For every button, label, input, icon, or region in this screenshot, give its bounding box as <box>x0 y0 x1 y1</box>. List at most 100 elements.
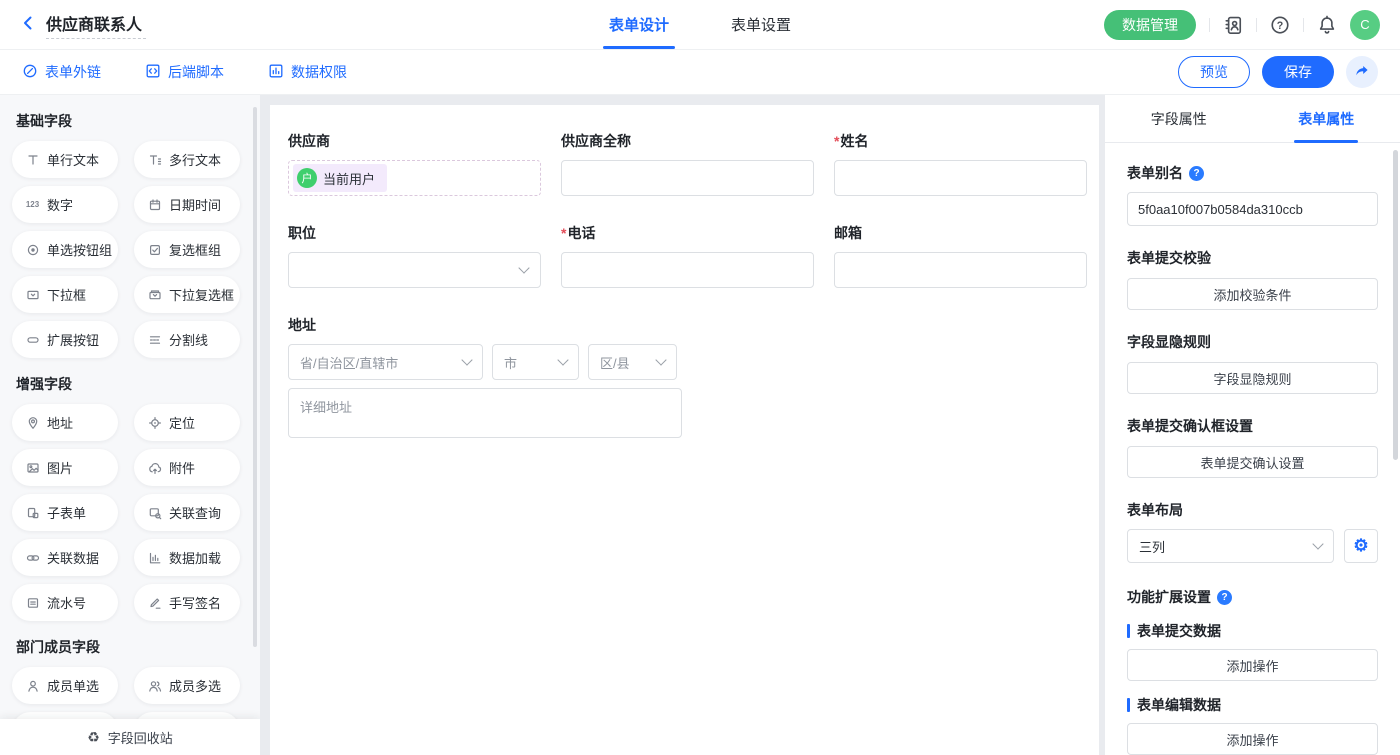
form-toolbar: 表单外链 后端脚本 数据权限 预览 保存 <box>0 50 1400 95</box>
field-phone[interactable]: * 电话 <box>561 223 814 288</box>
city-select[interactable]: 市 <box>492 344 579 380</box>
phone-input[interactable] <box>561 252 814 288</box>
field-item-datetime[interactable]: 日期时间 <box>134 186 240 223</box>
add-validation-button[interactable]: 添加校验条件 <box>1127 278 1378 310</box>
field-item-linked-query[interactable]: 关联查询 <box>134 494 240 531</box>
back-button[interactable]: 供应商联系人 <box>20 11 146 39</box>
single-line-text-icon <box>25 152 40 167</box>
form-validation-title: 表单提交校验 <box>1127 248 1378 268</box>
bell-icon[interactable] <box>1317 15 1337 35</box>
form-external-link[interactable]: 表单外链 <box>22 62 101 82</box>
field-item-extend-button[interactable]: 扩展按钮 <box>12 321 118 358</box>
data-manage-button[interactable]: 数据管理 <box>1104 10 1196 40</box>
field-item-address[interactable]: 地址 <box>12 404 118 441</box>
share-arrow-icon <box>1354 63 1370 82</box>
field-visibility-title: 字段显隐规则 <box>1127 332 1378 352</box>
province-select[interactable]: 省/自治区/直辖市 <box>288 344 483 380</box>
field-item-signature[interactable]: 手写签名 <box>134 584 240 621</box>
field-item-linked-data[interactable]: 关联数据 <box>12 539 118 576</box>
field-item-subform[interactable]: 子表单 <box>12 494 118 531</box>
field-visibility-button[interactable]: 字段显隐规则 <box>1127 362 1378 394</box>
number-icon: 123 <box>25 197 40 212</box>
field-item-multi-dropdown[interactable]: 下拉复选框 <box>134 276 240 313</box>
form-external-link-label: 表单外链 <box>45 62 101 82</box>
checkbox-icon <box>147 242 162 257</box>
map-pin-icon <box>25 415 40 430</box>
field-name[interactable]: * 姓名 <box>834 131 1087 196</box>
form-alias-input[interactable]: 5f0aa10f007b0584da310ccb <box>1127 192 1378 226</box>
field-item-data-load[interactable]: 数据加载 <box>134 539 240 576</box>
phone-label: 电话 <box>567 223 595 243</box>
field-supplier[interactable]: 供应商 户 当前用户 <box>288 131 541 196</box>
tab-form-properties[interactable]: 表单属性 <box>1253 95 1400 142</box>
preview-button[interactable]: 预览 <box>1178 56 1250 88</box>
sidebar-scrollbar[interactable] <box>253 107 257 647</box>
province-placeholder: 省/自治区/直辖市 <box>300 353 398 372</box>
people-icon <box>147 678 162 693</box>
district-placeholder: 区/县 <box>600 353 630 372</box>
field-item-location[interactable]: 定位 <box>134 404 240 441</box>
field-item-divider-line[interactable]: 分割线 <box>134 321 240 358</box>
name-input[interactable] <box>834 160 1087 196</box>
divider-lines-icon <box>147 332 162 347</box>
field-item-checkbox-group[interactable]: 复选框组 <box>134 231 240 268</box>
user-avatar[interactable]: C <box>1350 10 1380 40</box>
page-title[interactable]: 供应商联系人 <box>46 11 146 39</box>
panel-scrollbar[interactable] <box>1393 150 1398 460</box>
field-position[interactable]: 职位 <box>288 223 541 288</box>
section-title-basic-fields: 基础字段 <box>16 111 260 131</box>
field-item-number[interactable]: 123 数字 <box>12 186 118 223</box>
user-tag-icon: 户 <box>297 168 317 188</box>
submit-confirm-title: 表单提交确认框设置 <box>1127 416 1378 436</box>
email-input[interactable] <box>834 252 1087 288</box>
field-item-radio-group[interactable]: 单选按钮组 <box>12 231 118 268</box>
tab-form-design[interactable]: 表单设计 <box>609 0 669 49</box>
help-badge-icon[interactable]: ? <box>1189 166 1204 181</box>
current-user-tag[interactable]: 户 当前用户 <box>293 164 387 192</box>
field-address[interactable]: 地址 省/自治区/直辖市 市 区/县 详细地址 <box>288 315 1081 438</box>
field-recycle-bin[interactable]: ♻ 字段回收站 <box>0 719 260 755</box>
svg-text:?: ? <box>1277 19 1283 31</box>
main-tabs: 表单设计 表单设置 <box>609 0 791 49</box>
supplier-fullname-input[interactable] <box>561 160 814 196</box>
field-item-member-multi[interactable]: 成员多选 <box>134 667 240 704</box>
backend-script-link[interactable]: 后端脚本 <box>145 62 224 82</box>
share-button[interactable] <box>1346 56 1378 88</box>
save-button[interactable]: 保存 <box>1262 56 1334 88</box>
form-layout-select[interactable]: 三列 <box>1127 529 1334 563</box>
tab-form-settings[interactable]: 表单设置 <box>731 0 791 49</box>
add-action-submit-button[interactable]: 添加操作 <box>1127 649 1378 681</box>
supplier-label: 供应商 <box>288 131 330 151</box>
field-item-dropdown[interactable]: 下拉框 <box>12 276 118 313</box>
button-pill-icon <box>25 332 40 347</box>
layout-settings-button[interactable]: ⚙ <box>1344 529 1378 563</box>
section-title-member-fields: 部门成员字段 <box>16 637 260 657</box>
field-email[interactable]: 邮箱 <box>834 223 1087 288</box>
tab-field-properties[interactable]: 字段属性 <box>1105 95 1253 142</box>
subform-icon <box>25 505 40 520</box>
data-permission-link[interactable]: 数据权限 <box>268 62 347 82</box>
help-badge-icon[interactable]: ? <box>1217 590 1232 605</box>
contacts-icon[interactable] <box>1223 15 1243 35</box>
multi-dropdown-icon <box>147 287 162 302</box>
add-action-edit-button[interactable]: 添加操作 <box>1127 723 1378 755</box>
field-item-member-single[interactable]: 成员单选 <box>12 667 118 704</box>
recycle-icon: ♻ <box>87 729 100 746</box>
field-item-single-line-text[interactable]: 单行文本 <box>12 141 118 178</box>
field-supplier-fullname[interactable]: 供应商全称 <box>561 131 814 196</box>
position-select[interactable] <box>288 252 541 288</box>
supplier-value-box[interactable]: 户 当前用户 <box>288 160 541 196</box>
field-item-multi-line-text[interactable]: 多行文本 <box>134 141 240 178</box>
field-item-serial-number[interactable]: 流水号 <box>12 584 118 621</box>
address-detail-textarea[interactable]: 详细地址 <box>288 388 682 438</box>
district-select[interactable]: 区/县 <box>588 344 677 380</box>
help-icon[interactable]: ? <box>1270 15 1290 35</box>
submit-confirm-button[interactable]: 表单提交确认设置 <box>1127 446 1378 478</box>
field-item-attachment[interactable]: 附件 <box>134 449 240 486</box>
image-icon <box>25 460 40 475</box>
city-placeholder: 市 <box>504 353 517 372</box>
extension-settings-title: 功能扩展设置 <box>1127 587 1211 607</box>
divider <box>1303 18 1304 32</box>
field-item-image[interactable]: 图片 <box>12 449 118 486</box>
form-design-canvas[interactable]: 供应商 户 当前用户 供应商全称 * 姓名 <box>270 105 1099 755</box>
